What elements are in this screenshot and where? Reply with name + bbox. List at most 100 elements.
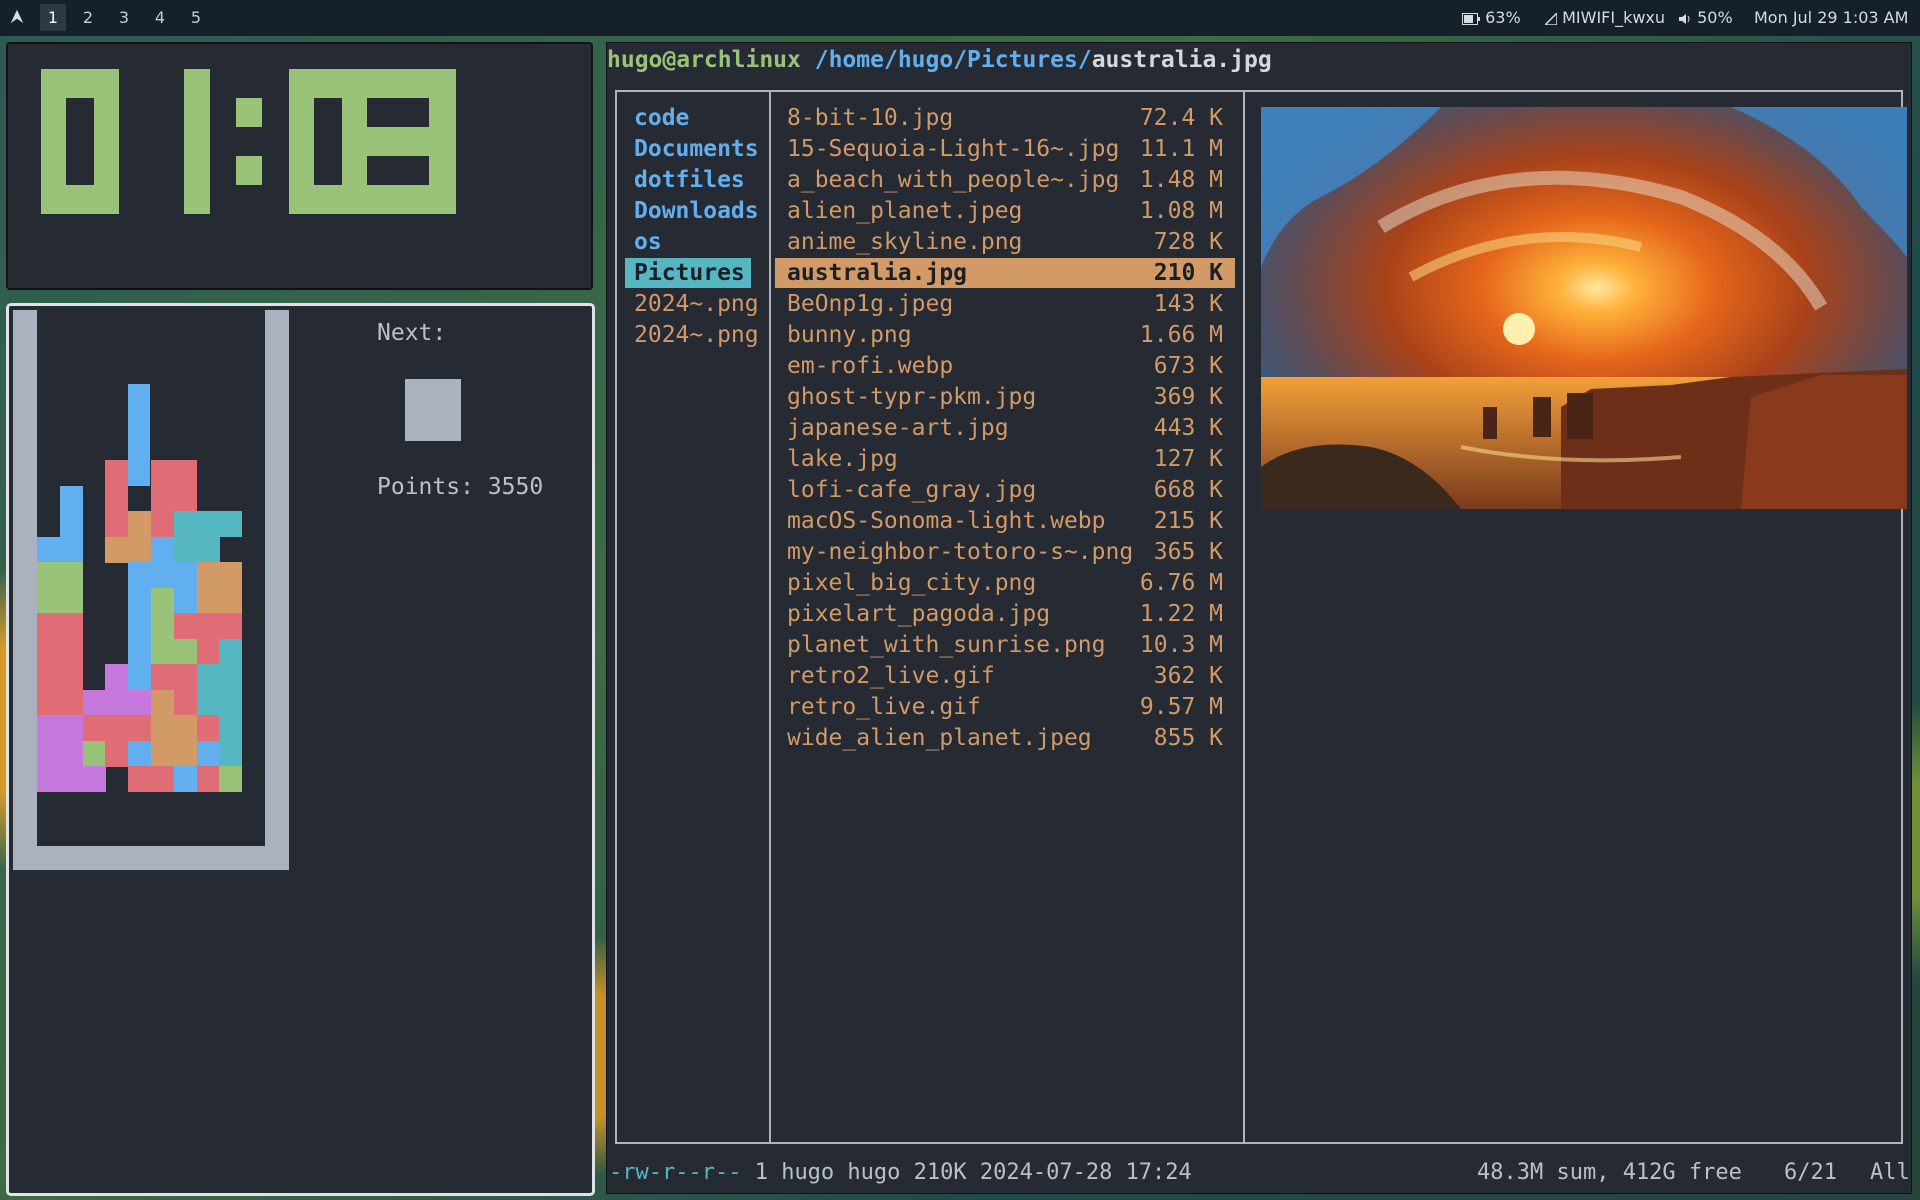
tetris-block (37, 664, 60, 690)
file-row[interactable]: wide_alien_planet.jpeg 855 K (775, 723, 1235, 753)
clock-digit-segment (429, 69, 456, 98)
file-row[interactable]: japanese-art.jpg 443 K (775, 413, 1235, 443)
tetris-block (151, 511, 174, 537)
clock-digit-segment (289, 156, 314, 185)
user-host: hugo@archlinux (607, 47, 801, 73)
file-row[interactable]: australia.jpg 210 K (775, 258, 1235, 288)
workspace-3[interactable]: 3 (114, 8, 134, 27)
workspace-2[interactable]: 2 (78, 8, 98, 27)
file-name: pixel_big_city.png (787, 570, 1037, 596)
file-row[interactable]: alien_planet.jpeg 1.08 M (775, 196, 1235, 226)
file-meta: 1 hugo hugo 210K 2024-07-28 17:24 (754, 1160, 1192, 1185)
file-row[interactable]: BeOnp1g.jpeg 143 K (775, 289, 1235, 319)
file-row[interactable]: lofi-cafe_gray.jpg 668 K (775, 475, 1235, 505)
file-row[interactable]: pixel_big_city.png 6.76 M (775, 568, 1235, 598)
tetris-block (105, 460, 129, 486)
file-size: 673 K (1153, 353, 1223, 379)
file-name: my-neighbor-totoro-s~.png (787, 539, 1134, 565)
tetris-block (196, 587, 220, 614)
signal-icon (1545, 12, 1557, 25)
file-size: 365 K (1153, 539, 1223, 565)
battery-status[interactable]: 63% (1462, 8, 1521, 27)
clock-digit-segment (289, 185, 314, 214)
clock-digit-segment (429, 98, 456, 127)
clock-digit-segment (66, 185, 94, 214)
arch-logo-icon[interactable] (8, 8, 26, 26)
tetris-block (59, 485, 83, 512)
file-name: macOS-Sonoma-light.webp (787, 508, 1106, 534)
tetris-block (196, 715, 220, 741)
tetris-block (37, 638, 60, 665)
file-row[interactable]: lake.jpg 127 K (775, 444, 1235, 474)
file-row[interactable]: anime_skyline.png 728 K (775, 227, 1235, 257)
tetris-block (173, 715, 197, 741)
clock-digit-segment (41, 69, 66, 98)
file-name: wide_alien_planet.jpeg (787, 725, 1092, 751)
file-row[interactable]: bunny.png 1.66 M (775, 320, 1235, 350)
volume-status[interactable]: 50% (1678, 8, 1733, 27)
current-path[interactable]: /home/hugo/Pictures/ (815, 47, 1092, 73)
tetris-block (59, 587, 83, 614)
tetris-well-right-wall (265, 310, 289, 870)
column-divider (1243, 92, 1245, 1142)
file-row[interactable]: planet_with_sunrise.png 10.3 M (775, 630, 1235, 660)
tetris-block (37, 562, 60, 588)
tetris-block (37, 740, 60, 767)
file-row[interactable]: macOS-Sonoma-light.webp 215 K (775, 506, 1235, 536)
tetris-block (219, 740, 243, 767)
file-row[interactable]: a_beach_with_people~.jpg 1.48 M (775, 165, 1235, 195)
clock-digit-segment (289, 98, 314, 127)
tetris-block (37, 613, 60, 639)
points-label: Points: 3550 (377, 474, 544, 500)
file-size: 72.4 K (1139, 105, 1223, 131)
clock-digit-segment (399, 127, 429, 156)
tetris-block (196, 664, 220, 690)
tetris-block (173, 460, 197, 486)
tetris-well-left-wall (13, 310, 37, 870)
clock-time (8, 44, 591, 288)
tetris-block (173, 664, 197, 690)
ranger-title: hugo@archlinux /home/hugo/Pictures/austr… (607, 47, 1272, 73)
file-row[interactable]: my-neighbor-totoro-s~.png 365 K (775, 537, 1235, 567)
file-size: 668 K (1153, 477, 1223, 503)
clock-digit-segment (342, 98, 367, 127)
tetris-block (151, 587, 174, 614)
tetris-block (219, 689, 243, 716)
file-size: 369 K (1153, 384, 1223, 410)
file-name: em-rofi.webp (787, 353, 954, 379)
workspace-4[interactable]: 4 (150, 8, 170, 27)
tetris-block (128, 536, 152, 563)
clock-digit-segment (184, 185, 210, 214)
clock-digit-segment (94, 127, 119, 156)
file-row[interactable]: 8-bit-10.jpg 72.4 K (775, 103, 1235, 133)
file-name: a_beach_with_people~.jpg (787, 167, 1120, 193)
tetris-block (219, 587, 243, 614)
wifi-status[interactable]: MIWIFI_kwxu (1545, 8, 1665, 27)
clock-digit-segment (429, 127, 456, 156)
file-row[interactable]: ghost-typr-pkm.jpg 369 K (775, 382, 1235, 412)
tetris-block (105, 536, 129, 563)
workspace-1[interactable]: 1 (40, 4, 66, 31)
battery-label: 63% (1485, 8, 1521, 27)
file-row[interactable]: pixelart_pagoda.jpg 1.22 M (775, 599, 1235, 629)
clock-digit-segment (289, 69, 314, 98)
disk-summary: 48.3M sum, 412G free (1477, 1160, 1742, 1185)
tetris-block (59, 638, 83, 665)
tetris-board[interactable] (9, 306, 369, 1006)
file-row[interactable]: em-rofi.webp 673 K (775, 351, 1235, 381)
file-row[interactable]: 15-Sequoia-Light-16~.jpg 11.1 M (775, 134, 1235, 164)
tetris-block (151, 460, 174, 486)
file-name: planet_with_sunrise.png (787, 632, 1106, 658)
file-size: 143 K (1153, 291, 1223, 317)
tetris-block (219, 638, 243, 665)
file-row[interactable]: retro_live.gif 9.57 M (775, 692, 1235, 722)
tetris-block (173, 511, 197, 537)
clock-digit-segment (314, 69, 342, 98)
clock-digit-segment (184, 98, 210, 127)
workspace-5[interactable]: 5 (186, 8, 206, 27)
tetris-block (196, 689, 220, 716)
file-row[interactable]: retro2_live.gif 362 K (775, 661, 1235, 691)
clock-digit-segment (399, 69, 429, 98)
battery-icon (1462, 12, 1480, 25)
datetime[interactable]: Mon Jul 29 1:03 AM (1754, 8, 1908, 27)
